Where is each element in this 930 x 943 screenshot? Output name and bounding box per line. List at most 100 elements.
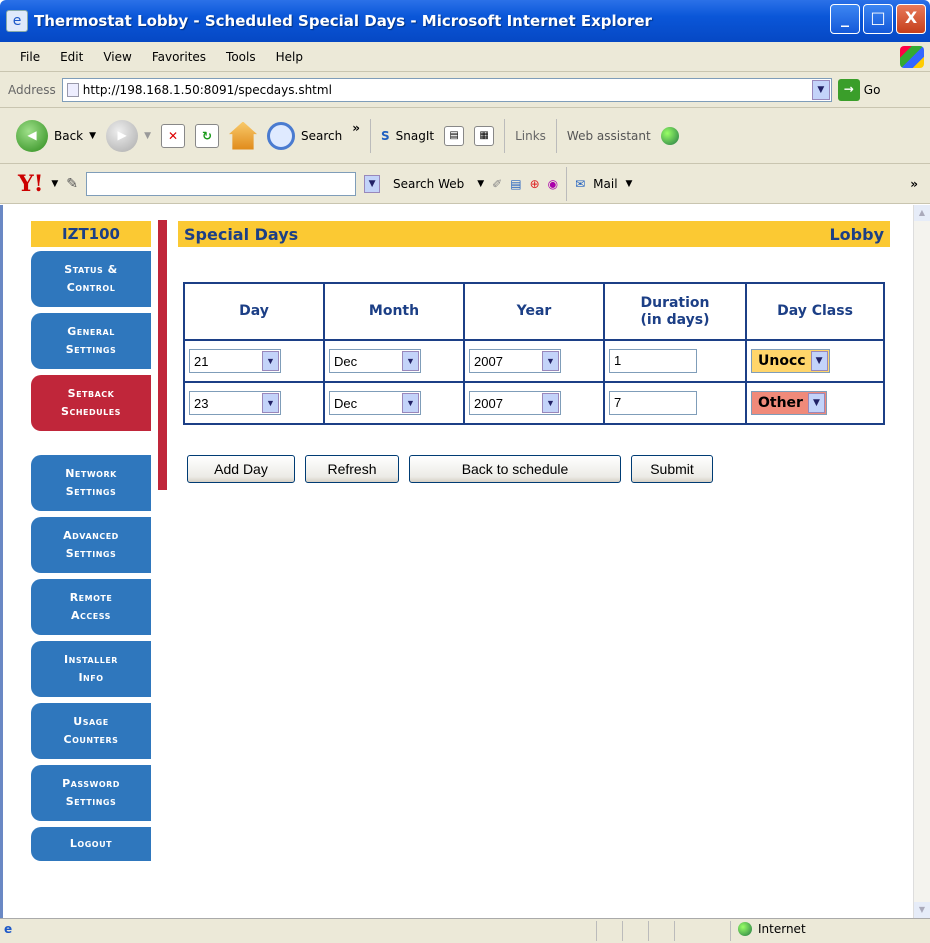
- chevron-down-icon: ▼: [262, 351, 279, 371]
- snagit-window-icon[interactable]: ▤: [444, 125, 465, 146]
- add-day-button[interactable]: Add Day: [187, 455, 295, 483]
- nav-status-control[interactable]: Status & Control: [31, 251, 151, 307]
- nav-label: Settings: [65, 795, 117, 808]
- duration-input[interactable]: 1: [609, 349, 697, 373]
- web-assistant-label[interactable]: Web assistant: [567, 129, 651, 143]
- go-label: Go: [863, 82, 881, 97]
- nav-label: Access: [71, 609, 111, 622]
- col-duration: Duration (in days): [603, 282, 747, 341]
- nav-remote-access[interactable]: Remote Access: [31, 579, 151, 635]
- nav-general-settings[interactable]: General Settings: [31, 313, 151, 369]
- address-url: http://198.168.1.50:8091/specdays.shtml: [82, 82, 332, 97]
- search-button[interactable]: Search: [266, 121, 342, 150]
- toolbar-separator: [369, 118, 371, 153]
- nav-label: Control: [66, 281, 116, 294]
- year-select[interactable]: 2007 ▼: [469, 391, 561, 415]
- zone-label: Internet: [758, 922, 806, 936]
- search-web-dropdown-icon[interactable]: ▼: [477, 179, 484, 189]
- snagit-button[interactable]: S SnagIt: [381, 129, 434, 143]
- mail-icon[interactable]: ✉: [575, 177, 585, 191]
- scroll-down-icon[interactable]: ▼: [914, 902, 930, 918]
- month-value: Dec: [334, 353, 358, 369]
- back-to-schedule-button[interactable]: Back to schedule: [409, 455, 621, 483]
- month-value: Dec: [334, 395, 358, 411]
- day-class-select[interactable]: Other ▼: [751, 391, 827, 415]
- search-web-button[interactable]: Search Web: [388, 174, 469, 194]
- forward-button[interactable]: ▶ ▼: [106, 119, 151, 152]
- day-select[interactable]: 23 ▼: [189, 391, 281, 415]
- headphones-icon[interactable]: ◉: [548, 177, 558, 191]
- cell-day-class: Other ▼: [745, 381, 885, 425]
- nav-logout[interactable]: Logout: [31, 827, 151, 861]
- target-icon[interactable]: ⊕: [530, 177, 540, 191]
- forward-dropdown-icon[interactable]: ▼: [144, 131, 151, 141]
- address-input[interactable]: http://198.168.1.50:8091/specdays.shtml …: [61, 77, 832, 102]
- menu-favorites[interactable]: Favorites: [142, 50, 216, 64]
- nav-label: Settings: [65, 485, 117, 498]
- yahoo-logo-icon[interactable]: Y!: [18, 171, 43, 197]
- day-value: 23: [194, 395, 209, 411]
- yahoo-search-input[interactable]: [86, 171, 357, 196]
- day-select[interactable]: 21 ▼: [189, 349, 281, 373]
- window-title: Thermostat Lobby - Scheduled Special Day…: [34, 12, 652, 30]
- menu-view[interactable]: View: [93, 50, 141, 64]
- submit-button[interactable]: Submit: [631, 455, 713, 483]
- day-class-value: Unocc: [758, 353, 806, 369]
- nav-network-settings[interactable]: Network Settings: [31, 455, 151, 511]
- minimize-button[interactable]: _: [830, 4, 860, 34]
- links-label[interactable]: Links: [515, 129, 546, 143]
- maximize-button[interactable]: □: [863, 4, 893, 34]
- mail-dropdown-icon[interactable]: ▼: [626, 179, 633, 189]
- location-name: Lobby: [829, 224, 884, 244]
- vertical-scrollbar[interactable]: ▲ ▼: [913, 205, 930, 918]
- year-value: 2007: [474, 395, 503, 411]
- back-dropdown-icon[interactable]: ▼: [89, 131, 96, 141]
- address-dropdown-icon[interactable]: ▼: [811, 79, 830, 100]
- menu-file[interactable]: File: [10, 50, 50, 64]
- refresh-icon[interactable]: ↻: [194, 123, 219, 148]
- snagit-label: SnagIt: [395, 128, 435, 143]
- go-button[interactable]: → Go: [837, 78, 881, 101]
- yahoo-dropdown-icon[interactable]: ▼: [51, 179, 58, 189]
- snagit-settings-icon[interactable]: ▦: [474, 125, 495, 146]
- standard-toolbar: ◀ Back ▼ ▶ ▼ ✕ ↻ Search » S SnagIt ▤ ▦ L…: [0, 108, 930, 164]
- go-arrow-icon: →: [837, 78, 860, 101]
- duration-input[interactable]: 7: [609, 391, 697, 415]
- highlight-pen-icon[interactable]: ✐: [492, 177, 502, 191]
- yahoo-search-dropdown-icon[interactable]: ▼: [364, 174, 381, 193]
- back-button[interactable]: ◀ Back ▼: [16, 119, 96, 152]
- nav-setback-schedules[interactable]: Setback Schedules: [31, 375, 151, 431]
- menu-tools[interactable]: Tools: [216, 50, 266, 64]
- yahoo-more-icon[interactable]: »: [910, 177, 918, 191]
- status-bar: e Internet: [0, 918, 930, 943]
- pencil-icon[interactable]: ✎: [66, 176, 78, 192]
- close-button[interactable]: X: [896, 4, 926, 34]
- cell-day-class: Unocc ▼: [745, 339, 885, 383]
- month-select[interactable]: Dec ▼: [329, 391, 421, 415]
- nav-usage-counters[interactable]: Usage Counters: [31, 703, 151, 759]
- security-zone: Internet: [738, 922, 806, 936]
- month-select[interactable]: Dec ▼: [329, 349, 421, 373]
- nav-label: General: [67, 325, 115, 338]
- menu-help[interactable]: Help: [266, 50, 313, 64]
- mail-label[interactable]: Mail: [593, 177, 617, 191]
- internet-globe-icon: [738, 922, 752, 936]
- nav-label: Advanced: [63, 529, 119, 542]
- home-icon[interactable]: [228, 121, 257, 150]
- nav-label: Remote: [69, 591, 113, 604]
- nav-installer-info[interactable]: Installer Info: [31, 641, 151, 697]
- back-arrow-icon: ◀: [16, 119, 48, 152]
- refresh-button[interactable]: Refresh: [305, 455, 399, 483]
- nav-password-settings[interactable]: Password Settings: [31, 765, 151, 821]
- scroll-up-icon[interactable]: ▲: [914, 205, 930, 221]
- menu-edit[interactable]: Edit: [50, 50, 93, 64]
- day-class-select[interactable]: Unocc ▼: [751, 349, 830, 373]
- year-select[interactable]: 2007 ▼: [469, 349, 561, 373]
- nav-advanced-settings[interactable]: Advanced Settings: [31, 517, 151, 573]
- nav-label: Status &: [64, 263, 118, 276]
- chevron-down-icon: ▼: [807, 393, 825, 413]
- stop-icon[interactable]: ✕: [160, 123, 185, 148]
- web-assistant-globe-icon[interactable]: [660, 126, 679, 145]
- toolbar-more-icon[interactable]: »: [352, 121, 360, 135]
- layout-icon[interactable]: ▤: [510, 177, 521, 191]
